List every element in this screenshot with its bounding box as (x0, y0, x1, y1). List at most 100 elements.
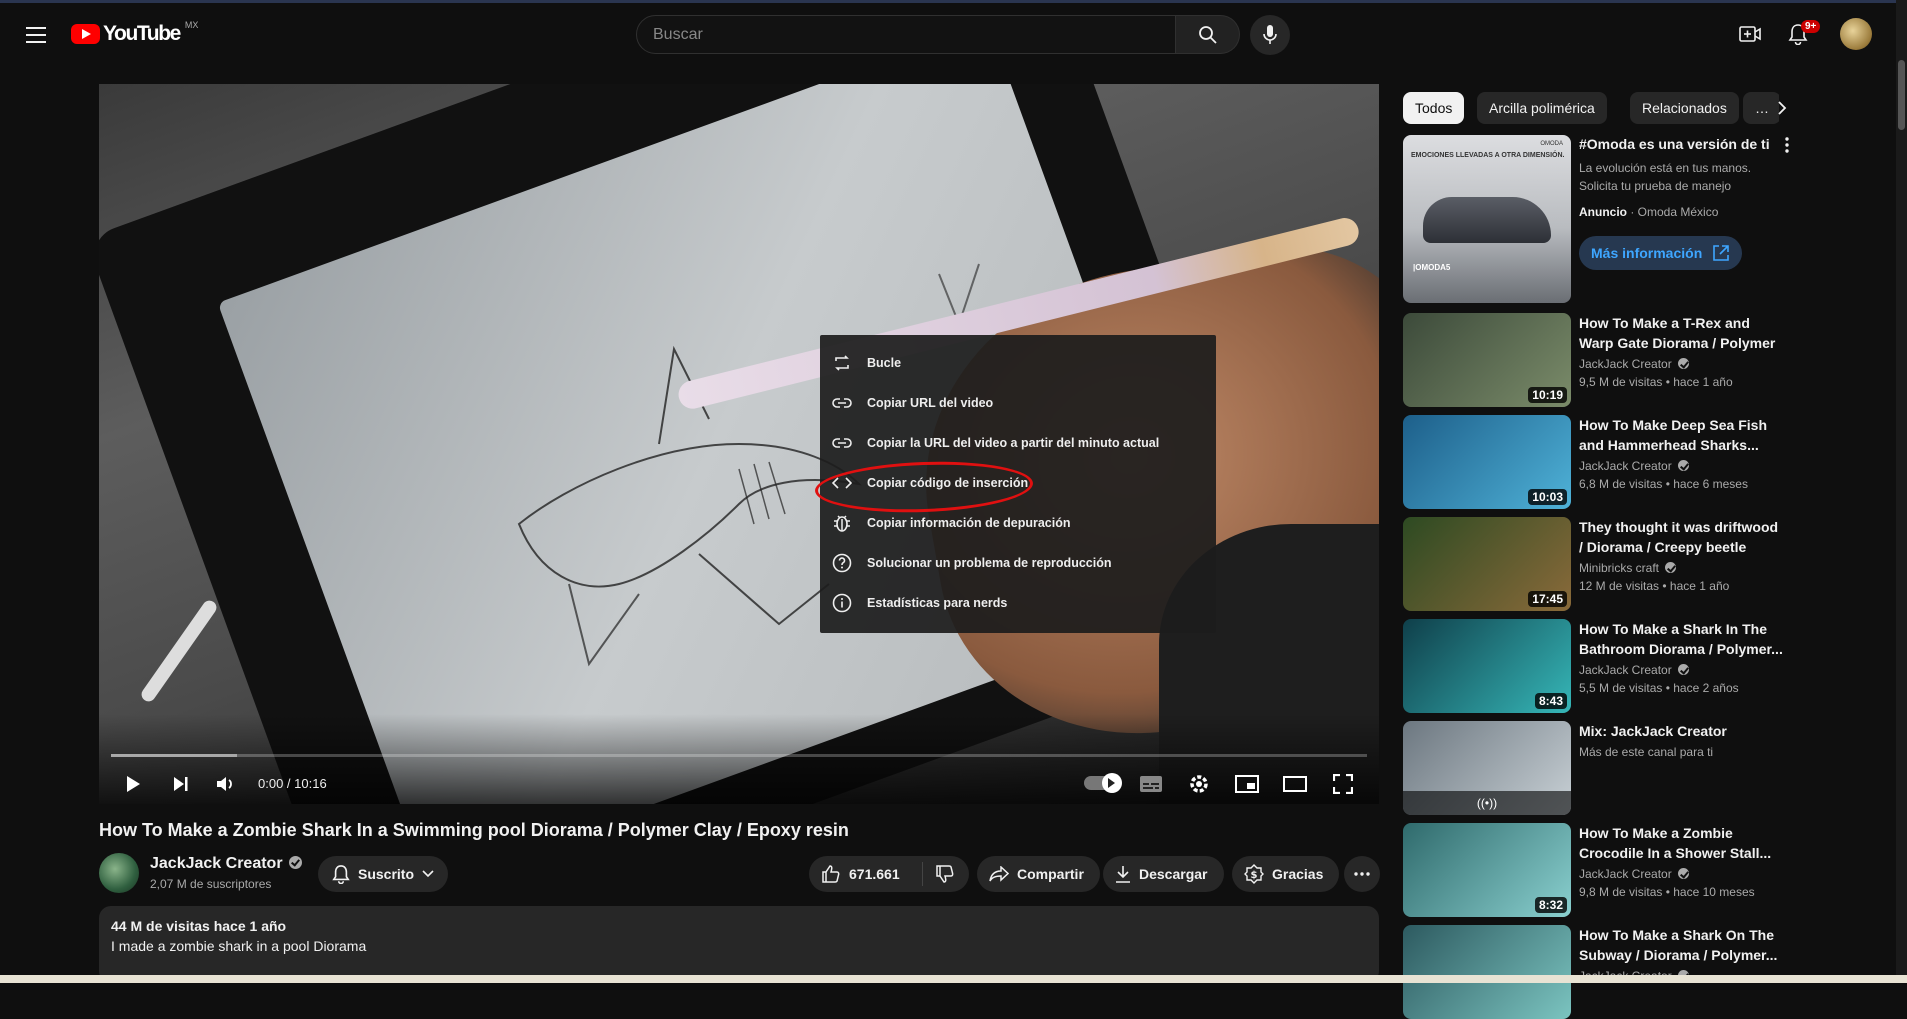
page-scrollbar[interactable] (1896, 0, 1907, 983)
skip-next-icon (174, 777, 188, 791)
search-box[interactable] (636, 15, 1176, 54)
video-thumbnail[interactable]: 10:19 (1403, 313, 1571, 407)
link-icon (831, 432, 853, 454)
channel-name[interactable]: JackJack Creator (1579, 357, 1689, 371)
search-input[interactable] (653, 25, 1175, 44)
video-thumbnail[interactable]: 8:32 (1403, 823, 1571, 917)
video-title[interactable]: How To Make a Zombie Crocodile In a Show… (1579, 823, 1785, 863)
mute-button[interactable] (209, 768, 241, 800)
like-button[interactable]: 671.661 (809, 862, 923, 886)
context-item-label: Estadísticas para nerds (867, 596, 1008, 610)
video-title[interactable]: How To Make a Shark On The Subway / Dior… (1579, 925, 1785, 965)
verified-badge-icon (1677, 868, 1689, 879)
channel-name[interactable]: JackJack Creator (150, 855, 302, 873)
channel-avatar[interactable] (99, 853, 139, 893)
channel-name-text[interactable]: JackJack Creator (150, 855, 283, 872)
recommended-video-card[interactable]: 10:03 How To Make Deep Sea Fish and Hamme… (1403, 415, 1799, 509)
video-title[interactable]: Mix: JackJack Creator (1579, 721, 1785, 741)
chips-next-button[interactable] (1766, 92, 1798, 124)
channel-name[interactable]: JackJack Creator (1579, 663, 1689, 677)
channel-name-text[interactable]: JackJack Creator (1579, 867, 1672, 881)
link-icon (831, 392, 853, 414)
settings-button[interactable] (1183, 768, 1215, 800)
channel-name[interactable]: JackJack Creator (1579, 459, 1689, 473)
context-item-troubleshoot[interactable]: Solucionar un problema de reproducción (820, 543, 1216, 583)
channel-name-text[interactable]: JackJack Creator (1579, 459, 1672, 473)
next-button[interactable] (165, 768, 197, 800)
verified-badge-icon (288, 856, 302, 869)
channel-name[interactable]: Minibricks craft (1579, 561, 1677, 575)
ad-cta-button[interactable]: Más información (1579, 236, 1743, 270)
autoplay-toggle[interactable] (1084, 773, 1122, 793)
chip-relacionados[interactable]: Relacionados (1630, 92, 1739, 124)
duration-badge: 8:43 (1534, 693, 1567, 709)
subscribed-button[interactable]: Suscrito (318, 856, 449, 892)
duration-badge: 8:32 (1534, 897, 1567, 913)
verified-badge-icon (1677, 460, 1689, 471)
create-video-button[interactable] (1732, 16, 1768, 52)
video-title[interactable]: How To Make Deep Sea Fish and Hammerhead… (1579, 415, 1785, 455)
fullscreen-button[interactable] (1327, 768, 1359, 800)
ad-thumbnail[interactable]: EMOCIONES LLEVADAS A OTRA DIMENSIÓN. OMO… (1403, 135, 1571, 303)
video-player[interactable]: 0:00 / 10:16 Bucle Copiar URL del video (99, 84, 1379, 804)
autoplay-play-icon (1108, 778, 1115, 788)
video-meta: 9,8 M de visitas • hace 10 meses (1579, 885, 1755, 899)
chip-arcilla-polimerica[interactable]: Arcilla polimérica (1477, 92, 1607, 124)
hamburger-menu-icon[interactable] (18, 17, 54, 53)
description-box[interactable]: 44 M de visitas hace 1 año I made a zomb… (99, 906, 1379, 983)
channel-name-text[interactable]: JackJack Creator (1579, 357, 1672, 371)
recommended-video-card[interactable]: How To Make a Shark On The Subway / Dior… (1403, 925, 1799, 1019)
voice-search-button[interactable] (1250, 15, 1290, 55)
svg-text:$: $ (1251, 870, 1258, 881)
recommended-video-card[interactable]: 17:45 They thought it was driftwood / Dio… (1403, 517, 1799, 611)
ad-title[interactable]: #Omoda es una versión de ti (1579, 136, 1779, 152)
context-item-stats-for-nerds[interactable]: Estadísticas para nerds (820, 583, 1216, 623)
fullscreen-icon (1333, 774, 1353, 794)
logo-text: YouTube (103, 22, 181, 45)
description-text: I made a zombie shark in a pool Diorama (111, 938, 367, 954)
share-arrow-icon (989, 866, 1009, 882)
chip-todos[interactable]: Todos (1403, 92, 1465, 124)
recommended-video-card[interactable]: 8:32 How To Make a Zombie Crocodile In a … (1403, 823, 1799, 917)
thanks-button[interactable]: $ Gracias (1232, 856, 1340, 892)
channel-name-text[interactable]: JackJack Creator (1579, 663, 1672, 677)
subtitles-button[interactable] (1135, 768, 1167, 800)
mix-card[interactable]: ((•)) Mix: JackJack Creator Más de este ca… (1403, 721, 1799, 815)
play-button[interactable] (117, 768, 149, 800)
time-current: 0:00 (258, 776, 284, 791)
share-button[interactable]: Compartir (977, 856, 1100, 892)
recommended-video-card[interactable]: 10:19 How To Make a T-Rex and Warp Gate D… (1403, 313, 1799, 407)
video-title[interactable]: How To Make a T-Rex and Warp Gate Dioram… (1579, 313, 1785, 353)
channel-name[interactable]: JackJack Creator (1579, 867, 1689, 881)
download-label: Descargar (1139, 866, 1208, 882)
ad-more-menu-button[interactable] (1785, 137, 1797, 157)
miniplayer-button[interactable] (1231, 768, 1263, 800)
search-button[interactable] (1176, 15, 1240, 54)
youtube-logo[interactable]: YouTube MX (71, 20, 199, 46)
context-item-copy-url[interactable]: Copiar URL del video (820, 383, 1216, 423)
video-meta: 12 M de visitas • hace 1 año (1579, 579, 1730, 593)
context-item-copy-url-at-time[interactable]: Copiar la URL del video a partir del min… (820, 423, 1216, 463)
download-button[interactable]: Descargar (1103, 856, 1224, 892)
video-title[interactable]: How To Make a Shark In The Bathroom Dior… (1579, 619, 1785, 659)
video-title[interactable]: They thought it was driftwood / Diorama … (1579, 517, 1785, 557)
theater-mode-button[interactable] (1279, 768, 1311, 800)
scrollbar-thumb[interactable] (1898, 60, 1905, 130)
context-item-label: Solucionar un problema de reproducción (867, 556, 1112, 570)
ad-card[interactable]: EMOCIONES LLEVADAS A OTRA DIMENSIÓN. OMO… (1403, 135, 1799, 303)
dislike-button[interactable] (923, 864, 955, 884)
more-actions-button[interactable] (1344, 856, 1380, 892)
video-thumbnail[interactable]: 17:45 (1403, 517, 1571, 611)
video-thumbnail[interactable] (1403, 925, 1571, 1019)
video-thumbnail[interactable]: 10:03 (1403, 415, 1571, 509)
progress-bar[interactable] (111, 754, 1367, 757)
like-count: 671.661 (849, 866, 900, 882)
recommended-video-card[interactable]: 8:43 How To Make a Shark In The Bathroom … (1403, 619, 1799, 713)
video-thumbnail[interactable]: 8:43 (1403, 619, 1571, 713)
country-code: MX (184, 20, 199, 30)
search-icon (1198, 25, 1217, 44)
channel-name-text[interactable]: Minibricks craft (1579, 561, 1659, 575)
video-thumbnail[interactable]: ((•)) (1403, 721, 1571, 815)
user-avatar[interactable] (1840, 18, 1872, 50)
context-item-loop[interactable]: Bucle (820, 343, 1216, 383)
